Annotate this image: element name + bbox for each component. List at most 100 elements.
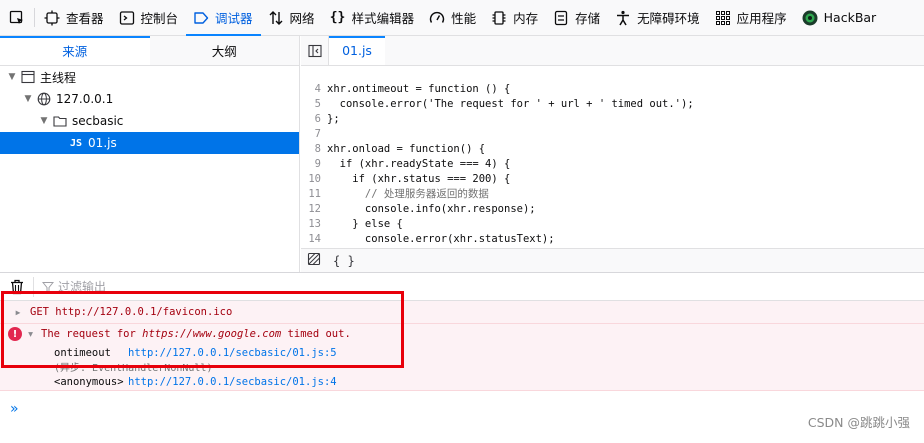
tree-item-file[interactable]: JS 01.js: [0, 132, 299, 154]
sources-tabs: 来源 大纲: [0, 36, 299, 66]
source-tree: ▼ 主线程 ▼ 127.0.0.1 ▼ secbasic JS 01.js: [0, 66, 299, 154]
tree-item-label: 主线程: [40, 70, 77, 85]
ignore-source-icon: [307, 252, 321, 266]
code-line[interactable]: 8 xhr.onload = function() {: [301, 142, 924, 157]
folder-icon: [52, 113, 68, 129]
tab-hackbar[interactable]: HackBar: [795, 0, 885, 35]
code-text: console.error(xhr.statusText);: [327, 233, 555, 245]
tab-sources[interactable]: 来源: [0, 36, 150, 65]
tab-inspector[interactable]: 查看器: [37, 0, 112, 35]
tab-debugger[interactable]: 调试器: [186, 0, 261, 36]
code-text: } else {: [327, 218, 403, 230]
tab-style-editor-label: 样式编辑器: [351, 11, 415, 26]
tab-performance[interactable]: 性能: [422, 0, 484, 35]
code-text: xhr.onload = function() {: [327, 143, 486, 155]
line-number[interactable]: 5: [301, 97, 327, 112]
inspector-icon: [43, 9, 61, 27]
tab-storage-label: 存储: [575, 11, 601, 26]
editor-tabs: 01.js: [301, 36, 924, 66]
storage-icon: [552, 9, 570, 27]
tab-network[interactable]: 网络: [261, 0, 323, 35]
line-number[interactable]: 11: [301, 187, 327, 202]
window-icon: [20, 69, 36, 85]
debugger-icon: [192, 9, 210, 27]
grid-icon: [714, 9, 732, 27]
code-view: 4 xhr.ontimeout = function () { 5 console…: [301, 82, 924, 247]
sources-pane: 来源 大纲 ▼ 主线程 ▼ 127.0.0.1 ▼ secbasic JS 01…: [0, 36, 300, 272]
expand-triangle-icon[interactable]: ▼: [38, 116, 50, 126]
line-number[interactable]: 6: [301, 112, 327, 127]
hackbar-logo-icon: [801, 9, 819, 27]
code-text: if (xhr.status === 200) {: [327, 173, 511, 185]
console-input[interactable]: »: [0, 397, 19, 421]
source-editor: 01.js 4 xhr.ontimeout = function () { 5 c…: [301, 36, 924, 272]
devtools-toolbar: 查看器 控制台 调试器 网络 {} 样式编辑器 性能 内存 存储 无障碍环境 应…: [0, 0, 924, 36]
tab-network-label: 网络: [289, 11, 315, 26]
stack-frame[interactable]: <anonymous> http://127.0.0.1/secbasic/01…: [0, 373, 924, 390]
tab-console[interactable]: 控制台: [112, 0, 187, 35]
gauge-icon: [428, 9, 446, 27]
prompt-chevron-icon: »: [10, 401, 19, 417]
line-number[interactable]: 9: [301, 157, 327, 172]
editor-tab-file[interactable]: 01.js: [329, 36, 385, 65]
frame-function: <anonymous>: [54, 375, 124, 388]
code-line[interactable]: 10 if (xhr.status === 200) {: [301, 172, 924, 187]
network-icon: [267, 9, 285, 27]
annotation-highlight-box: [1, 291, 404, 368]
line-number[interactable]: 4: [301, 82, 327, 97]
code-text: if (xhr.readyState === 4) {: [327, 158, 511, 170]
tab-accessibility[interactable]: 无障碍环境: [608, 0, 708, 35]
expand-triangle-icon[interactable]: ▼: [6, 72, 18, 82]
line-number[interactable]: 14: [301, 232, 327, 247]
code-line[interactable]: 14 console.error(xhr.statusText);: [301, 232, 924, 247]
expand-triangle-icon[interactable]: ▼: [22, 94, 34, 104]
code-line[interactable]: 12 console.info(xhr.response);: [301, 202, 924, 217]
tree-item-label: secbasic: [72, 114, 124, 128]
tab-outline-label: 大纲: [211, 44, 237, 59]
tab-application[interactable]: 应用程序: [708, 0, 795, 35]
line-number[interactable]: 13: [301, 217, 327, 232]
code-line[interactable]: 9 if (xhr.readyState === 4) {: [301, 157, 924, 172]
code-line[interactable]: 11 // 处理服务器返回的数据: [301, 187, 924, 202]
frame-location-link[interactable]: http://127.0.0.1/secbasic/01.js:4: [128, 376, 337, 388]
js-file-icon: JS: [70, 137, 83, 149]
picker-icon: [8, 9, 26, 27]
accessibility-icon: [614, 9, 632, 27]
globe-icon: [36, 91, 52, 107]
toggle-sources-pane-button[interactable]: [301, 36, 329, 65]
code-text: xhr.ontimeout = function () {: [327, 83, 511, 95]
pretty-print-button[interactable]: { }: [333, 254, 355, 268]
code-text: };: [327, 113, 340, 125]
line-number[interactable]: 8: [301, 142, 327, 157]
element-picker-button[interactable]: [0, 0, 32, 35]
code-line[interactable]: 5 console.error('The request for ' + url…: [301, 97, 924, 112]
code-line[interactable]: 4 xhr.ontimeout = function () {: [301, 82, 924, 97]
toolbar-divider: [34, 8, 35, 27]
tab-inspector-label: 查看器: [66, 11, 104, 26]
line-number[interactable]: 7: [301, 127, 327, 142]
tree-item-label: 127.0.0.1: [56, 92, 114, 106]
code-line[interactable]: 6};: [301, 112, 924, 127]
code-comment: // 处理服务器返回的数据: [327, 188, 489, 200]
tree-item-main-thread[interactable]: ▼ 主线程: [0, 66, 299, 88]
tab-memory[interactable]: 内存: [484, 0, 546, 35]
code-line[interactable]: 13 } else {: [301, 217, 924, 232]
line-number[interactable]: 10: [301, 172, 327, 187]
editor-footer: { }: [301, 248, 924, 272]
tree-item-label: 01.js: [88, 136, 117, 150]
tab-console-label: 控制台: [140, 11, 179, 26]
tab-outline[interactable]: 大纲: [150, 36, 300, 65]
tab-hackbar-label: HackBar: [823, 10, 877, 25]
code-line[interactable]: 7: [301, 127, 924, 142]
code-text: console.error('The request for ' + url +…: [327, 98, 694, 110]
tree-item-folder[interactable]: ▼ secbasic: [0, 110, 299, 132]
tab-style-editor[interactable]: {} 样式编辑器: [323, 0, 423, 35]
tab-sources-label: 来源: [62, 44, 88, 59]
editor-tab-label: 01.js: [342, 43, 372, 58]
tree-item-host[interactable]: ▼ 127.0.0.1: [0, 88, 299, 110]
tab-memory-label: 内存: [513, 11, 539, 26]
blackbox-source-button[interactable]: [307, 252, 321, 269]
tab-storage[interactable]: 存储: [546, 0, 608, 35]
braces-icon: {}: [329, 10, 346, 25]
line-number[interactable]: 12: [301, 202, 327, 217]
